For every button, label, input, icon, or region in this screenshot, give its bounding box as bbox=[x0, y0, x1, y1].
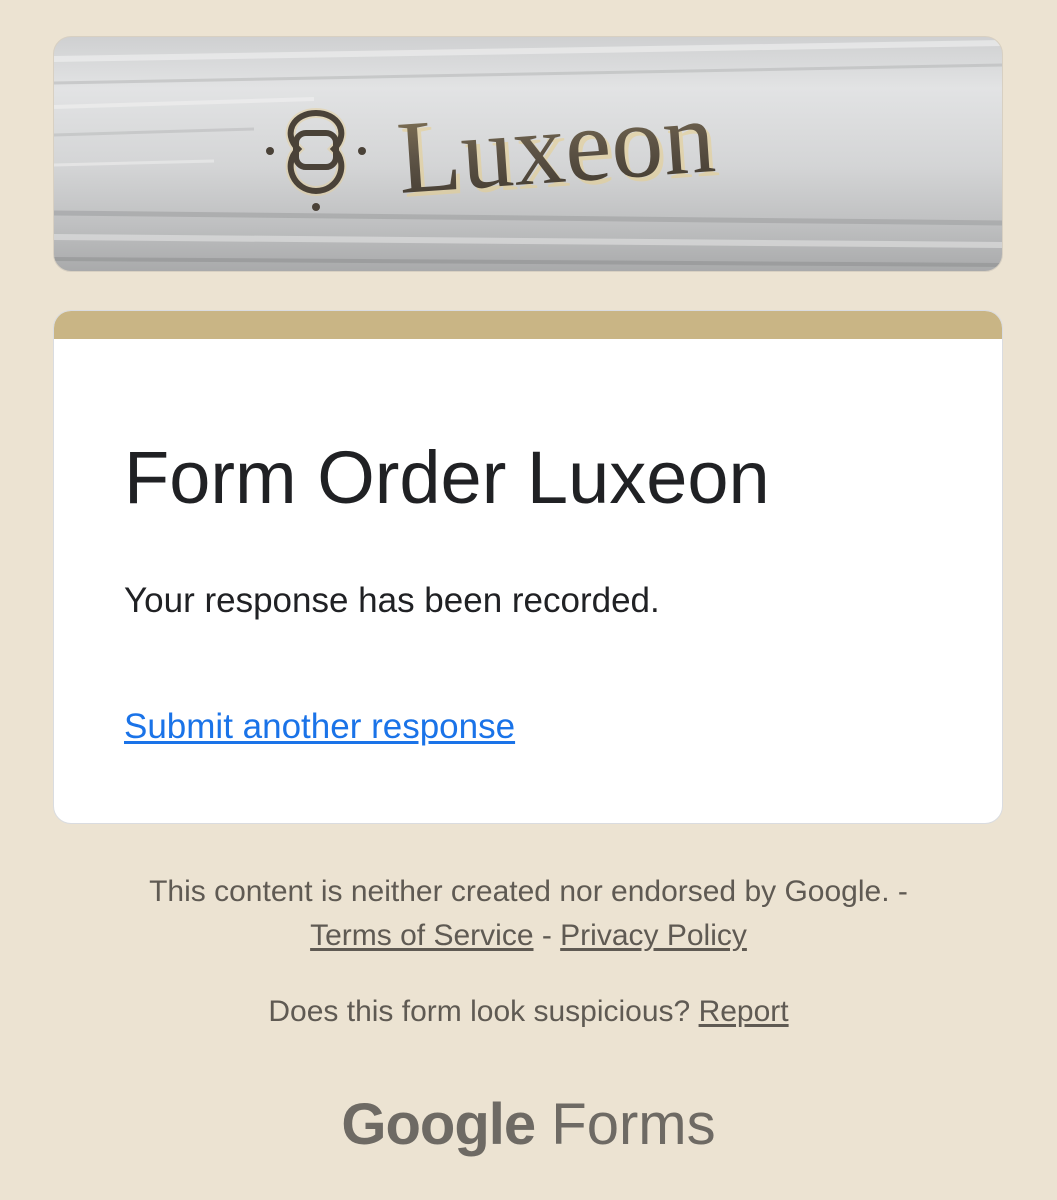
header-banner-image: Luxeon Luxeon bbox=[53, 36, 1003, 272]
submit-another-response-link[interactable]: Submit another response bbox=[124, 705, 515, 749]
footer-links: Terms of Service - Privacy Policy bbox=[0, 914, 1057, 958]
footer-disclaimer: This content is neither created nor endo… bbox=[0, 870, 1057, 958]
card-accent-bar bbox=[54, 311, 1002, 339]
form-title: Form Order Luxeon bbox=[124, 436, 770, 519]
suspicious-text: Does this form look suspicious? bbox=[268, 995, 699, 1028]
confirmation-message: Your response has been recorded. bbox=[124, 581, 660, 620]
brand-text: Luxeon bbox=[394, 79, 719, 216]
luxeon-emblem-icon bbox=[266, 107, 366, 211]
response-card: Form Order Luxeon Your response has been… bbox=[53, 310, 1003, 824]
footer-separator: - bbox=[533, 919, 561, 952]
report-link[interactable]: Report bbox=[699, 995, 789, 1028]
banner-graphic: Luxeon Luxeon bbox=[54, 40, 1002, 267]
disclaimer-text: This content is neither created nor endo… bbox=[149, 875, 908, 908]
privacy-policy-link[interactable]: Privacy Policy bbox=[560, 919, 747, 952]
google-wordmark: Google bbox=[341, 1092, 536, 1157]
forms-wordmark: Forms bbox=[551, 1092, 716, 1157]
terms-of-service-link[interactable]: Terms of Service bbox=[310, 919, 533, 952]
google-forms-logo[interactable]: Google Forms bbox=[0, 1090, 1057, 1160]
suspicious-form-row: Does this form look suspicious? Report bbox=[0, 990, 1057, 1034]
